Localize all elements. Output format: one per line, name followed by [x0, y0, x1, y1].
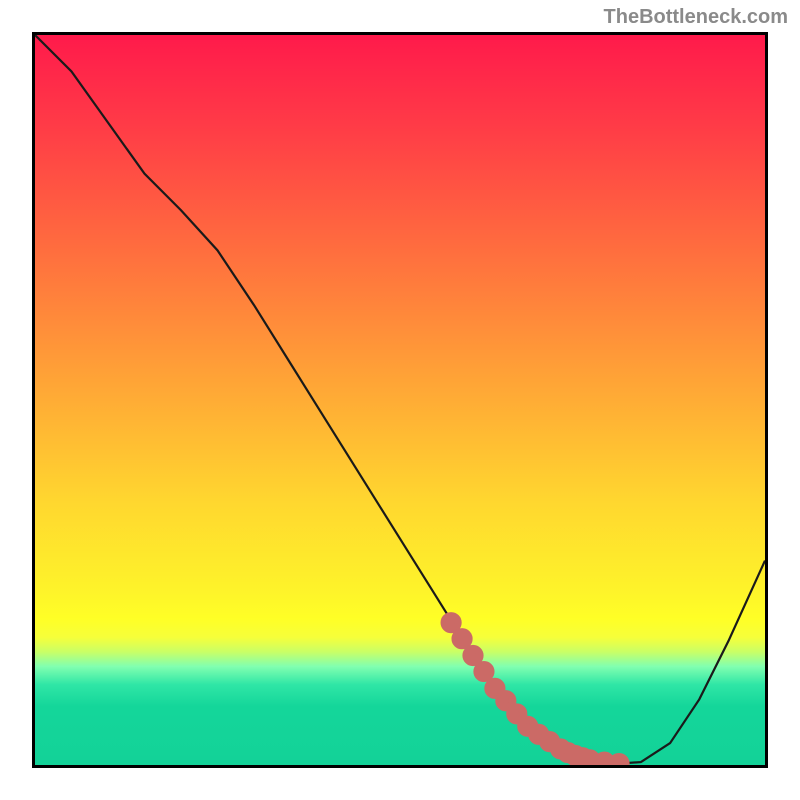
bottleneck-curve [35, 35, 765, 764]
highlight-dot [444, 616, 458, 630]
plot-frame [32, 32, 768, 768]
highlight-dot [466, 649, 480, 663]
highlight-dot [455, 632, 469, 646]
highlight-dot [477, 665, 491, 679]
highlight-dots-group [444, 616, 626, 765]
chart-svg [35, 35, 765, 765]
highlight-dot [612, 757, 626, 765]
attribution-text: TheBottleneck.com [604, 6, 788, 29]
chart-container: TheBottleneck.com [0, 0, 800, 800]
